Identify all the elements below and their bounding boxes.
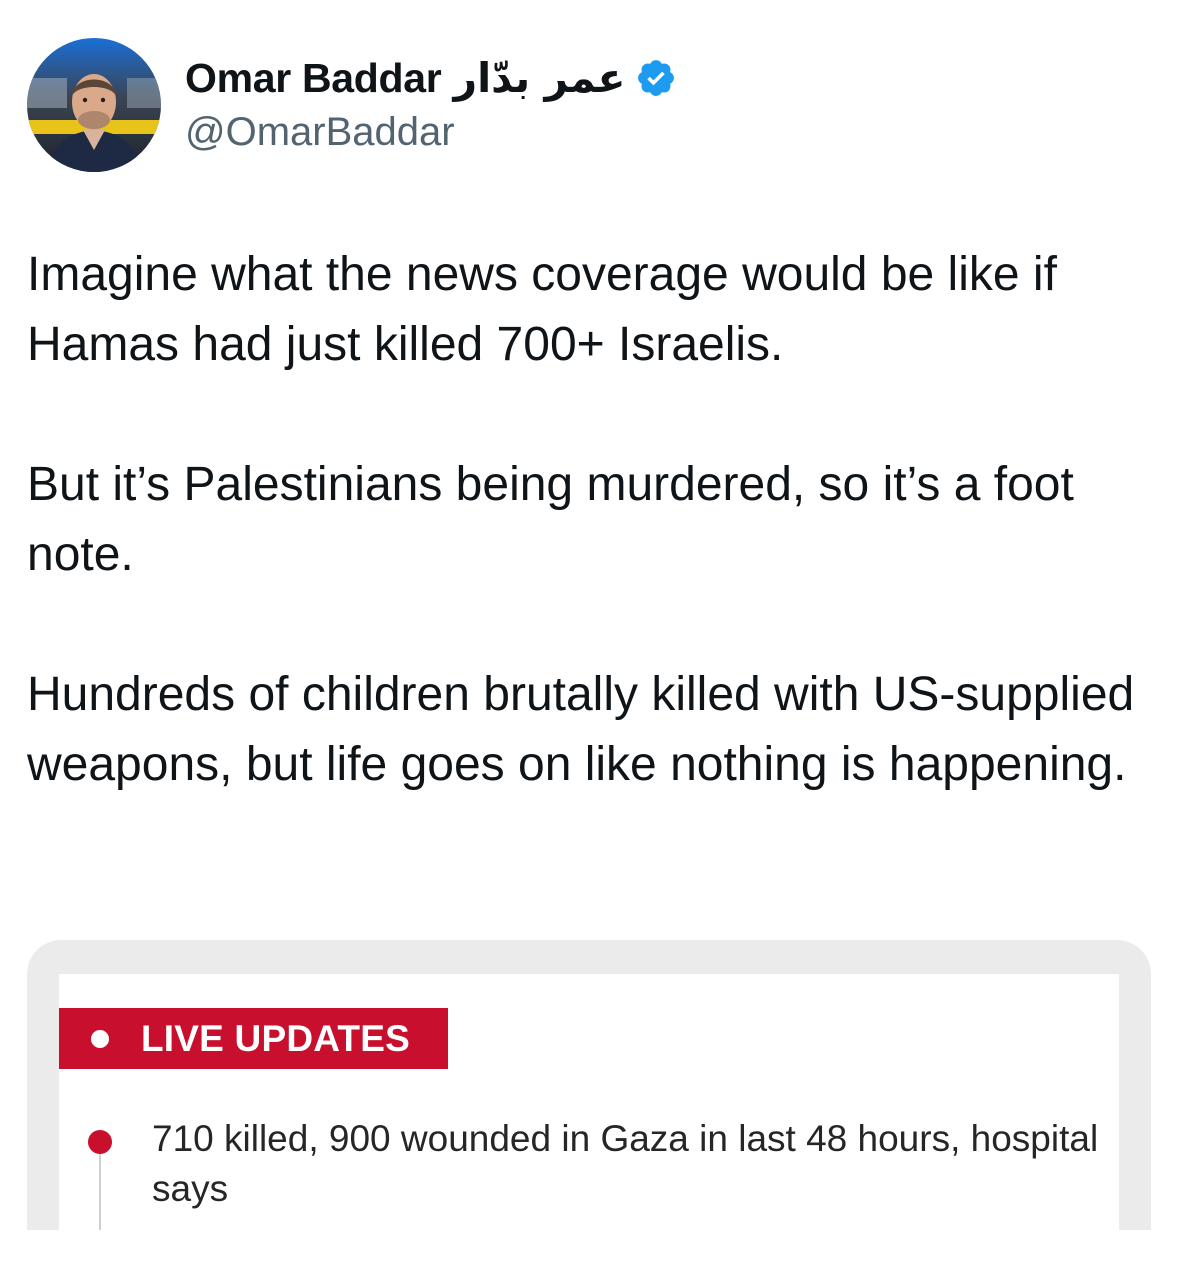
avatar[interactable] [27, 38, 161, 172]
tweet-paragraph: But it’s Palestinians being murdered, so… [27, 458, 1074, 581]
verified-badge-icon [635, 57, 677, 99]
live-updates-label: LIVE UPDATES [141, 1017, 410, 1059]
live-updates-badge: LIVE UPDATES [59, 1008, 448, 1069]
timeline-line [99, 1144, 101, 1240]
display-name[interactable]: Omar Baddar [185, 55, 442, 102]
avatar-photo [27, 38, 161, 172]
tweet-paragraph: Imagine what the news coverage would be … [27, 248, 1057, 371]
tweet-header: Omar Baddar عمر بدّار @OmarBaddar [27, 38, 1147, 172]
author-handle[interactable]: @OmarBaddar [185, 110, 677, 155]
timeline-dot-icon [88, 1130, 112, 1154]
live-dot-icon [91, 1029, 109, 1048]
arabic-display-name[interactable]: عمر بدّار [453, 54, 625, 102]
news-screenshot: LIVE UPDATES 710 killed, 900 wounded in … [59, 974, 1119, 1240]
news-headline: 710 killed, 900 wounded in Gaza in last … [152, 1118, 1099, 1209]
attached-image[interactable]: LIVE UPDATES 710 killed, 900 wounded in … [27, 940, 1151, 1240]
tweet-paragraph: Hundreds of children brutally killed wit… [27, 668, 1135, 791]
tweet-text: Imagine what the news coverage would be … [27, 240, 1157, 800]
author-names: Omar Baddar عمر بدّار @OmarBaddar [185, 52, 677, 155]
display-name-row[interactable]: Omar Baddar عمر بدّار [185, 52, 677, 104]
